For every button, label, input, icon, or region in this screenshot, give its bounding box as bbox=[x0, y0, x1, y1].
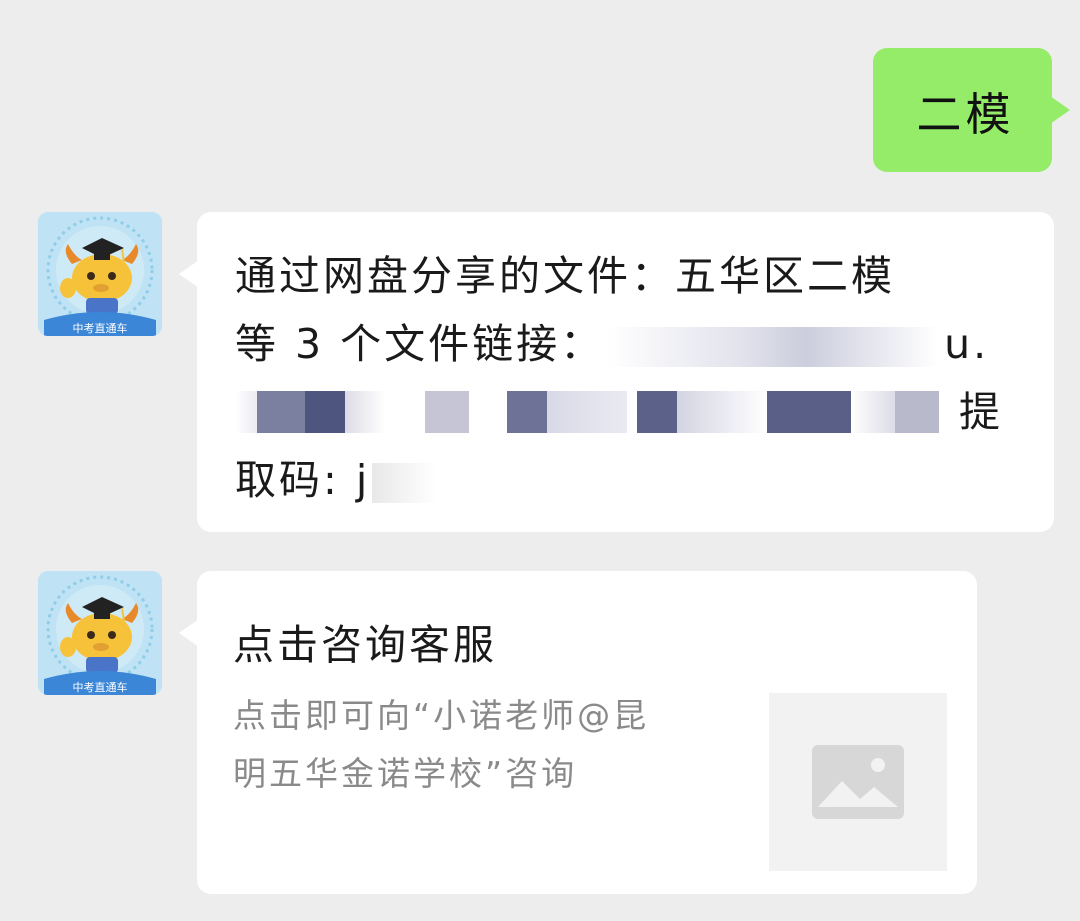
card-description-line-1: 点击即可向“小诺老师@昆 bbox=[233, 696, 650, 735]
incoming-message-text: 通过网盘分享的文件：五华区二模 等 3 个文件链接： u. 提 取码: j bbox=[235, 242, 1035, 514]
card-description-line-2: 明五华金诺学校”咨询 bbox=[233, 754, 578, 793]
redaction-block bbox=[345, 391, 385, 433]
redacted-link-blur bbox=[608, 327, 939, 367]
redaction-block bbox=[895, 391, 939, 433]
redacted-code-blur bbox=[372, 463, 437, 503]
message-line-3: 提 bbox=[235, 378, 1035, 446]
redaction-block bbox=[425, 391, 469, 433]
redaction-block bbox=[507, 391, 547, 433]
image-placeholder-icon bbox=[812, 745, 904, 819]
message-line-2-prefix: 等 3 个文件链接： bbox=[235, 320, 605, 368]
redaction-block bbox=[637, 391, 677, 433]
cartoon-ox-graduate-avatar-icon: 中考直通车 bbox=[38, 212, 162, 336]
sender-avatar[interactable]: 中考直通车 bbox=[38, 571, 162, 695]
redaction-block bbox=[257, 391, 305, 433]
message-line-1: 通过网盘分享的文件：五华区二模 bbox=[235, 252, 895, 300]
card-thumbnail bbox=[769, 693, 947, 871]
sender-avatar[interactable]: 中考直通车 bbox=[38, 212, 162, 336]
card-title: 点击咨询客服 bbox=[233, 621, 497, 669]
redaction-block bbox=[767, 391, 851, 433]
redaction-block bbox=[305, 391, 345, 433]
message-line-4: 取码: j bbox=[235, 446, 1035, 514]
cartoon-ox-graduate-avatar-icon: 中考直通车 bbox=[38, 571, 162, 695]
message-line-2-suffix: u. bbox=[944, 320, 990, 368]
svg-text:中考直通车: 中考直通车 bbox=[73, 680, 128, 694]
svg-text:中考直通车: 中考直通车 bbox=[73, 321, 128, 335]
message-line-3-suffix: 提 bbox=[959, 388, 1003, 436]
redaction-block bbox=[547, 391, 627, 433]
consult-card-bubble[interactable]: 点击咨询客服 点击即可向“小诺老师@昆 明五华金诺学校”咨询 bbox=[179, 571, 977, 894]
message-line-2: 等 3 个文件链接： u. bbox=[235, 310, 1035, 378]
card-description: 点击即可向“小诺老师@昆 明五华金诺学校”咨询 bbox=[233, 687, 753, 803]
outgoing-message-bubble[interactable]: 二模 bbox=[873, 48, 1070, 172]
incoming-message-bubble[interactable]: 通过网盘分享的文件：五华区二模 等 3 个文件链接： u. 提 取码: j bbox=[179, 212, 1054, 532]
outgoing-message-text: 二模 bbox=[916, 87, 1015, 141]
message-line-4-prefix: 取码: j bbox=[235, 456, 371, 504]
chat-window: 二模 中考直通车 通过网盘分享的文件：五华区二模 等 3 个文件链接： u. 提… bbox=[0, 0, 1080, 921]
redaction-block bbox=[851, 391, 895, 433]
redaction-block bbox=[677, 391, 767, 433]
